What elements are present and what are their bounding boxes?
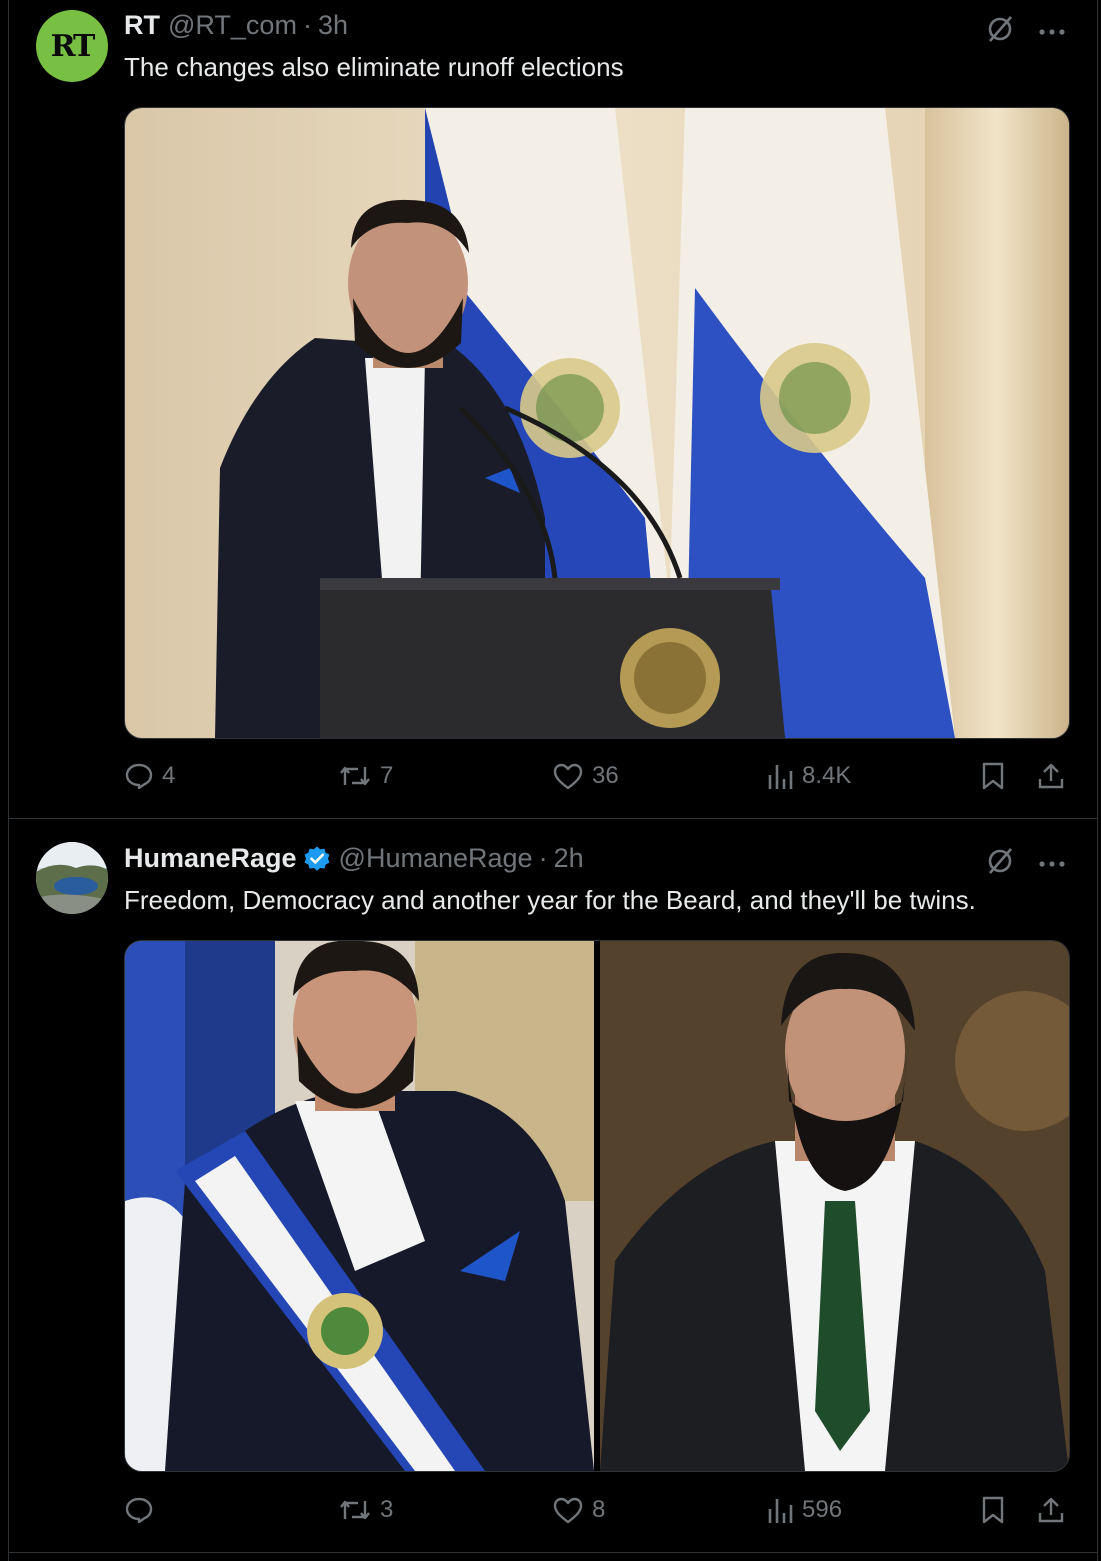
tweet-text: Freedom, Democracy and another year for … xyxy=(124,885,976,915)
avatar[interactable] xyxy=(36,842,108,914)
avatar-logo-text: RT xyxy=(50,28,96,64)
post-time[interactable]: 2h xyxy=(554,843,584,874)
author-name[interactable]: RT xyxy=(124,10,160,41)
tweet-header: RT @RT_com · 3h xyxy=(124,10,348,41)
share-button[interactable] xyxy=(1036,756,1066,796)
grok-icon[interactable] xyxy=(985,846,1015,881)
tweet-actions: 3 8 596 xyxy=(124,1490,1068,1530)
bookmark-button[interactable] xyxy=(980,756,1006,796)
tweet-photo[interactable] xyxy=(124,107,1070,739)
reply-button[interactable] xyxy=(124,1490,162,1530)
bookmark-icon xyxy=(980,1495,1006,1525)
photo-president-at-podium xyxy=(125,108,1069,738)
share-icon xyxy=(1036,761,1066,791)
like-button[interactable]: 36 xyxy=(552,756,619,796)
tweet-divider xyxy=(9,818,1097,819)
repost-icon xyxy=(338,761,372,791)
reply-count: 4 xyxy=(162,762,176,789)
like-count: 8 xyxy=(592,1496,606,1523)
more-icon[interactable] xyxy=(1037,23,1067,41)
like-button[interactable]: 8 xyxy=(552,1490,605,1530)
repost-button[interactable]: 7 xyxy=(338,756,393,796)
photo-left-sash[interactable] xyxy=(125,941,594,1471)
grok-icon[interactable] xyxy=(985,14,1015,49)
author-handle[interactable]: @HumaneRage xyxy=(339,843,533,874)
tweet-text: The changes also eliminate runoff electi… xyxy=(124,52,624,82)
repost-count: 3 xyxy=(380,1496,394,1523)
like-icon xyxy=(552,1495,584,1525)
share-icon xyxy=(1036,1495,1066,1525)
separator-dot: · xyxy=(538,843,548,873)
tweet-divider xyxy=(9,1552,1097,1553)
views-count: 8.4K xyxy=(802,762,852,789)
views-icon xyxy=(766,1495,794,1525)
bookmark-icon xyxy=(980,761,1006,791)
reply-button[interactable]: 4 xyxy=(124,756,175,796)
timeline-border-right xyxy=(1097,0,1098,1561)
repost-icon xyxy=(338,1495,372,1525)
bookmark-button[interactable] xyxy=(980,1490,1006,1530)
views-count: 596 xyxy=(802,1496,843,1523)
separator-dot: · xyxy=(302,10,312,40)
share-button[interactable] xyxy=(1036,1490,1066,1530)
views-icon xyxy=(766,761,794,791)
photo-grid-images xyxy=(125,941,1069,1471)
like-count: 36 xyxy=(592,762,619,789)
views-button[interactable]: 596 xyxy=(766,1490,842,1530)
verified-badge-icon[interactable] xyxy=(303,845,331,873)
avatar-landscape-image xyxy=(36,842,108,914)
repost-count: 7 xyxy=(380,762,394,789)
like-icon xyxy=(552,761,584,791)
tweet-photo-grid xyxy=(124,940,1070,1472)
author-handle[interactable]: @RT_com xyxy=(168,10,297,41)
post-time[interactable]: 3h xyxy=(318,10,348,41)
avatar[interactable]: RT xyxy=(36,10,108,82)
author-name[interactable]: HumaneRage xyxy=(124,843,297,874)
tweet-top-actions xyxy=(985,14,1067,49)
more-icon[interactable] xyxy=(1037,855,1067,873)
tweet-header: HumaneRage @HumaneRage · 2h xyxy=(124,843,584,874)
reply-icon xyxy=(124,761,154,791)
timeline-border-left xyxy=(8,0,9,1561)
photo-right-suit[interactable] xyxy=(600,941,1069,1471)
views-button[interactable]: 8.4K xyxy=(766,756,851,796)
reply-icon xyxy=(124,1495,154,1525)
repost-button[interactable]: 3 xyxy=(338,1490,393,1530)
tweet-top-actions xyxy=(985,846,1067,881)
tweet-actions: 4 7 36 8.4K xyxy=(124,756,1068,796)
